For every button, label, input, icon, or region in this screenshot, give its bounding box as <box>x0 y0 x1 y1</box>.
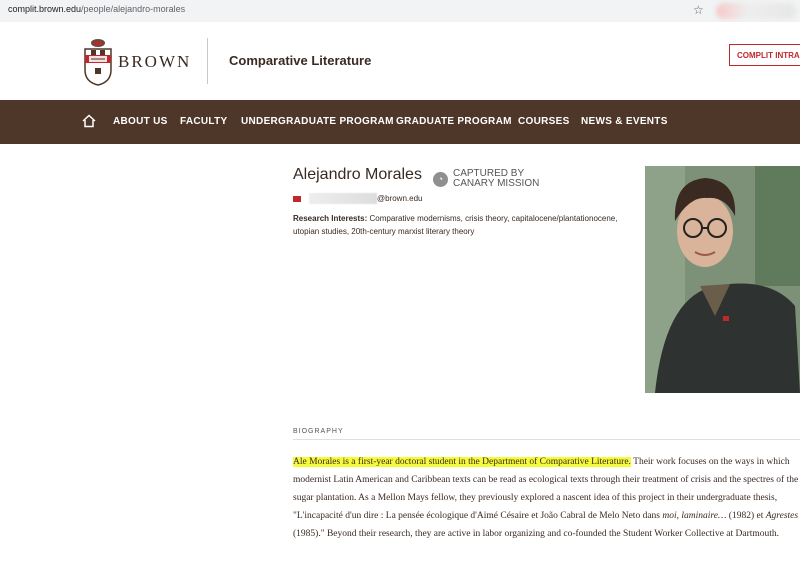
brown-logo-text[interactable]: BROWN <box>118 52 191 72</box>
nav-courses[interactable]: COURSES <box>518 116 570 127</box>
biography-divider <box>293 439 800 440</box>
nav-about-us[interactable]: ABOUT US <box>113 116 168 127</box>
bio-part-3: (1985)." Beyond their research, they are… <box>293 529 780 539</box>
department-title[interactable]: Comparative Literature <box>229 53 371 68</box>
url-path: /people/alejandro-morales <box>81 4 186 14</box>
brown-shield-icon[interactable] <box>83 38 113 86</box>
profile-photo <box>645 166 800 393</box>
nav-news-events[interactable]: NEWS & EVENTS <box>581 116 668 127</box>
home-icon[interactable] <box>82 114 96 128</box>
portrait-illustration <box>645 166 800 393</box>
captured-line2: CANARY MISSION <box>453 178 540 189</box>
email-redacted <box>309 193 377 204</box>
bio-italic-title-1: moi, laminaire… <box>662 511 727 521</box>
email-row[interactable]: @brown.edu <box>293 193 422 204</box>
captured-badge[interactable]: ◔ CAPTURED BY CANARY MISSION <box>433 169 539 189</box>
canary-mission-icon: ◔ <box>433 171 448 187</box>
interests-label: Research Interests: <box>293 214 368 223</box>
extensions-area[interactable] <box>716 3 796 19</box>
url-host: complit.brown.edu <box>8 4 82 14</box>
profile-name: Alejandro Morales <box>293 166 422 183</box>
nav-graduate-program[interactable]: GRADUATE PROGRAM <box>396 116 512 127</box>
nav-faculty[interactable]: FACULTY <box>180 116 227 127</box>
nav-undergraduate-program[interactable]: UNDERGRADUATE PROGRAM <box>241 116 394 127</box>
email-domain[interactable]: @brown.edu <box>377 194 422 203</box>
highlighted-sentence: Ale Morales is a first-year doctoral stu… <box>293 457 631 467</box>
browser-address-bar[interactable]: complit.brown.edu/people/alejandro-moral… <box>0 0 800 23</box>
header-divider <box>207 38 208 84</box>
mail-icon <box>293 195 301 202</box>
biography-text: Ale Morales is a first-year doctoral stu… <box>293 453 800 543</box>
complit-intranet-button[interactable]: COMPLIT INTRAN <box>729 44 800 66</box>
bio-italic-title-2: Agrestes <box>765 511 799 521</box>
url-text[interactable]: complit.brown.edu/people/alejandro-moral… <box>8 4 185 14</box>
bio-part-2: (1982) et <box>726 511 766 521</box>
research-interests: Research Interests: Comparative modernis… <box>293 212 643 238</box>
bookmark-star-icon[interactable]: ☆ <box>693 3 704 17</box>
biography-label: BIOGRAPHY <box>293 428 344 435</box>
